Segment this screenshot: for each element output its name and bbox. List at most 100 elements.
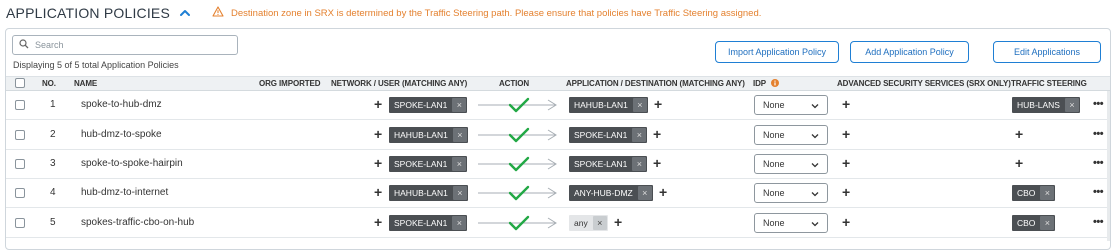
destination-tag: SPOKE-LAN1 ×	[569, 156, 648, 172]
allow-arrow-check-icon[interactable]	[476, 183, 560, 203]
add-destination-button[interactable]: +	[653, 127, 661, 141]
add-security-service-button[interactable]: +	[842, 127, 850, 141]
idp-select-value: None	[763, 100, 785, 110]
page-title: APPLICATION POLICIES	[6, 5, 171, 21]
remove-steering-tag-button[interactable]: ×	[1040, 186, 1055, 200]
row-number: 5	[50, 217, 56, 228]
idp-select-value: None	[763, 218, 785, 228]
col-application-destination: APPLICATION / DESTINATION (MATCHING ANY)	[566, 79, 745, 88]
idp-select[interactable]: None	[754, 125, 828, 145]
row-checkbox[interactable]	[15, 130, 25, 140]
chevron-up-icon[interactable]	[178, 6, 192, 20]
page-header: APPLICATION POLICIES Destination zone in…	[6, 4, 761, 22]
info-icon[interactable]	[771, 79, 780, 89]
row-number: 3	[50, 158, 56, 169]
add-network-button[interactable]: +	[374, 215, 382, 229]
destination-tag-label: SPOKE-LAN1	[574, 130, 628, 140]
row-checkbox[interactable]	[15, 100, 25, 110]
col-name[interactable]: NAME	[74, 79, 97, 88]
row-checkbox[interactable]	[15, 159, 25, 169]
remove-destination-tag-button[interactable]: ×	[632, 157, 647, 171]
more-horizontal-icon[interactable]: •••	[1093, 186, 1104, 198]
table-row[interactable]: 5 spokes-traffic-cbo-on-hub + SPOKE-LAN1…	[6, 209, 1110, 238]
add-network-button[interactable]: +	[374, 127, 382, 141]
col-org-imported: ORG IMPORTED	[259, 79, 321, 88]
idp-select[interactable]: None	[754, 95, 828, 115]
col-idp: IDP	[753, 79, 780, 89]
add-security-service-button[interactable]: +	[842, 97, 850, 111]
remove-network-tag-button[interactable]: ×	[452, 157, 467, 171]
row-number: 4	[50, 187, 56, 198]
table-row[interactable]: 1 spoke-to-hub-dmz + SPOKE-LAN1 × HAHUB-…	[6, 91, 1110, 120]
network-tag: HAHUB-LAN1 ×	[389, 185, 468, 201]
add-application-policy-button[interactable]: Add Application Policy	[850, 41, 969, 63]
add-network-button[interactable]: +	[374, 97, 382, 111]
steering-tag-label: HUB-LANS	[1017, 100, 1060, 110]
network-tag: SPOKE-LAN1 ×	[389, 215, 468, 231]
destination-tag: SPOKE-LAN1 ×	[569, 127, 648, 143]
add-destination-button[interactable]: +	[654, 97, 662, 111]
policy-name[interactable]: hub-dmz-to-spoke	[81, 129, 162, 140]
col-idp-label: IDP	[753, 79, 766, 88]
remove-steering-tag-button[interactable]: ×	[1040, 216, 1055, 230]
add-traffic-steering-button[interactable]: +	[1015, 127, 1023, 141]
edit-applications-button[interactable]: Edit Applications	[993, 41, 1101, 63]
remove-destination-tag-button[interactable]: ×	[632, 98, 647, 112]
policy-name[interactable]: spoke-to-spoke-hairpin	[81, 158, 183, 169]
allow-arrow-check-icon[interactable]	[476, 95, 560, 115]
allow-arrow-check-icon[interactable]	[476, 125, 560, 145]
add-destination-button[interactable]: +	[659, 185, 667, 199]
allow-arrow-check-icon[interactable]	[476, 213, 560, 233]
policy-name[interactable]: hub-dmz-to-internet	[81, 187, 168, 198]
add-security-service-button[interactable]: +	[842, 185, 850, 199]
add-security-service-button[interactable]: +	[842, 215, 850, 229]
more-horizontal-icon[interactable]: •••	[1093, 128, 1104, 140]
idp-select[interactable]: None	[754, 183, 828, 203]
import-application-policy-button[interactable]: Import Application Policy	[715, 41, 839, 63]
idp-select-value: None	[763, 188, 785, 198]
network-tag-label: SPOKE-LAN1	[394, 100, 448, 110]
more-horizontal-icon[interactable]: •••	[1093, 157, 1104, 169]
remove-destination-tag-button[interactable]: ×	[632, 128, 647, 142]
destination-tag-label: ANY-HUB-DMZ	[574, 188, 633, 198]
remove-destination-tag-button[interactable]: ×	[592, 216, 607, 230]
add-network-button[interactable]: +	[374, 156, 382, 170]
idp-select[interactable]: None	[754, 154, 828, 174]
policy-name[interactable]: spokes-traffic-cbo-on-hub	[81, 217, 194, 228]
search-box[interactable]	[12, 35, 238, 55]
add-destination-button[interactable]: +	[653, 156, 661, 170]
add-security-service-button[interactable]: +	[842, 156, 850, 170]
chevron-down-icon	[810, 219, 820, 229]
allow-arrow-check-icon[interactable]	[476, 154, 560, 174]
destination-tag-label: any	[574, 218, 588, 228]
remove-destination-tag-button[interactable]: ×	[637, 186, 652, 200]
add-traffic-steering-button[interactable]: +	[1015, 156, 1023, 170]
add-destination-button[interactable]: +	[614, 215, 622, 229]
table-row[interactable]: 3 spoke-to-spoke-hairpin + SPOKE-LAN1 × …	[6, 150, 1110, 179]
steering-tag-label: CBO	[1017, 188, 1036, 198]
remove-network-tag-button[interactable]: ×	[452, 216, 467, 230]
policies-panel: Displaying 5 of 5 total Application Poli…	[5, 28, 1111, 250]
row-checkbox[interactable]	[15, 218, 25, 228]
select-all-checkbox[interactable]	[15, 78, 25, 88]
remove-network-tag-button[interactable]: ×	[452, 98, 467, 112]
more-horizontal-icon[interactable]: •••	[1093, 216, 1104, 228]
table-row[interactable]: 4 hub-dmz-to-internet + HAHUB-LAN1 × ANY…	[6, 179, 1110, 208]
idp-select[interactable]: None	[754, 213, 828, 233]
remove-steering-tag-button[interactable]: ×	[1064, 98, 1079, 112]
network-tag-label: HAHUB-LAN1	[394, 130, 448, 140]
warning-triangle-icon	[212, 4, 224, 22]
network-tag-label: HAHUB-LAN1	[394, 188, 448, 198]
add-network-button[interactable]: +	[374, 185, 382, 199]
table-row[interactable]: 2 hub-dmz-to-spoke + HAHUB-LAN1 × SPOKE-…	[6, 121, 1110, 150]
policy-name[interactable]: spoke-to-hub-dmz	[81, 99, 162, 110]
search-input[interactable]	[35, 40, 225, 50]
chevron-down-icon	[810, 101, 820, 111]
col-network-user: NETWORK / USER (MATCHING ANY)	[331, 79, 468, 88]
more-horizontal-icon[interactable]: •••	[1093, 98, 1104, 110]
col-action: ACTION	[499, 79, 530, 88]
remove-network-tag-button[interactable]: ×	[452, 186, 467, 200]
vertical-scrollbar[interactable]	[1107, 91, 1110, 241]
row-checkbox[interactable]	[15, 188, 25, 198]
remove-network-tag-button[interactable]: ×	[452, 128, 467, 142]
